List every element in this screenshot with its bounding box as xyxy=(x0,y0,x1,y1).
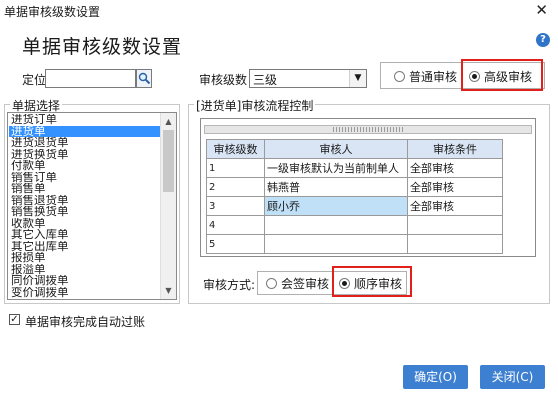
table-row[interactable]: 3 顾小乔 全部审核 xyxy=(206,196,503,216)
list-item[interactable]: 收款单 xyxy=(9,218,162,230)
table-cell[interactable]: 韩燕普 xyxy=(264,177,408,197)
normal-mode-label: 普通审核 xyxy=(409,69,458,84)
table-cell-selected[interactable]: 顾小乔 xyxy=(264,196,408,216)
list-item[interactable]: 其它入库单 xyxy=(9,229,162,241)
table-cell[interactable] xyxy=(407,215,503,235)
title-bar: 单据审核级数设置 ✕ xyxy=(0,0,558,22)
flow-grid: 审核级数 审核人 审核条件 1 一级审核默认为当前制单人 全部审核 2 韩燕普 … xyxy=(200,118,536,257)
close-icon[interactable]: ✕ xyxy=(535,1,548,19)
col-header-condition: 审核条件 xyxy=(407,139,503,159)
list-item[interactable]: 销售订单 xyxy=(9,172,162,184)
list-item[interactable]: 销售换货单 xyxy=(9,206,162,218)
table-cell[interactable]: 全部审核 xyxy=(407,158,503,178)
list-item[interactable]: 销售单 xyxy=(9,183,162,195)
list-item[interactable]: 同价调拨单 xyxy=(9,275,162,287)
locate-input[interactable] xyxy=(45,69,136,88)
doc-select-list[interactable]: 进货订单 进货单 进货退货单 进货换货单 付款单 销售订单 销售单 销售退货单 销售换货单 收款单… xyxy=(7,112,177,300)
doc-list-scrollbar[interactable]: ▲ ▼ xyxy=(160,113,176,299)
chevron-down-icon[interactable]: ▼ xyxy=(349,70,366,87)
table-cell: 3 xyxy=(206,196,265,216)
search-icon xyxy=(138,72,151,85)
radio-off-icon xyxy=(266,277,277,289)
table-row[interactable]: 1 一级审核默认为当前制单人 全部审核 xyxy=(206,158,503,178)
sequential-radio[interactable]: 顺序审核 xyxy=(339,274,402,292)
advanced-mode-radio[interactable]: 高级审核 xyxy=(469,67,532,85)
cosign-label: 会签审核 xyxy=(281,276,330,291)
auto-post-label: 单据审核完成自动过账 xyxy=(25,315,146,329)
list-item[interactable]: 报损单 xyxy=(9,252,162,264)
scroll-grip[interactable] xyxy=(333,127,403,132)
sequential-label: 顺序审核 xyxy=(354,276,403,291)
table-cell[interactable] xyxy=(264,215,408,235)
list-item[interactable]: 进货换货单 xyxy=(9,149,162,161)
close-button[interactable]: 关闭(C) xyxy=(480,365,545,389)
help-icon[interactable]: ? xyxy=(536,33,550,47)
checkmark-icon: ✓ xyxy=(10,314,19,325)
list-item[interactable]: 变价调拨单 xyxy=(9,287,162,299)
table-cell[interactable]: 一级审核默认为当前制单人 xyxy=(264,158,408,178)
table-row[interactable]: 5 xyxy=(206,234,503,254)
radio-on-icon xyxy=(339,277,350,289)
scroll-thumb[interactable] xyxy=(163,130,174,192)
doc-select-items: 进货订单 进货单 进货退货单 进货换货单 付款单 销售订单 销售单 销售退货单 销售换货单 收款单… xyxy=(9,114,162,298)
table-cell: 4 xyxy=(206,215,265,235)
dialog-heading: 单据审核级数设置 xyxy=(22,36,183,58)
table-cell[interactable] xyxy=(264,234,408,254)
table-cell: 2 xyxy=(206,177,265,197)
scroll-down-icon[interactable]: ▼ xyxy=(161,283,176,298)
window-title: 单据审核级数设置 xyxy=(4,5,101,19)
list-item[interactable]: 进货订单 xyxy=(9,114,162,126)
col-header-reviewer: 审核人 xyxy=(264,139,408,159)
cosign-radio[interactable]: 会签审核 xyxy=(266,274,329,292)
list-item[interactable]: 销售退货单 xyxy=(9,195,162,207)
ok-button[interactable]: 确定(O) xyxy=(403,365,468,389)
locate-label: 定位 xyxy=(22,73,47,87)
radio-off-icon xyxy=(394,70,405,82)
table-row[interactable]: 2 韩燕普 全部审核 xyxy=(206,177,503,197)
list-item[interactable]: 其它出库单 xyxy=(9,241,162,253)
auto-post-checkbox[interactable]: ✓ xyxy=(9,314,20,325)
level-value: 三级 xyxy=(253,73,278,87)
scroll-up-icon[interactable]: ▲ xyxy=(161,114,176,129)
radio-on-icon xyxy=(469,70,480,82)
level-label: 审核级数 xyxy=(199,73,248,87)
locate-search-button[interactable] xyxy=(136,69,152,88)
table-cell[interactable]: 全部审核 xyxy=(407,177,503,197)
flow-table: 审核级数 审核人 审核条件 1 一级审核默认为当前制单人 全部审核 2 韩燕普 … xyxy=(206,139,503,254)
list-item[interactable]: 报溢单 xyxy=(9,264,162,276)
normal-mode-radio[interactable]: 普通审核 xyxy=(394,67,457,85)
advanced-mode-label: 高级审核 xyxy=(484,69,533,84)
table-cell[interactable]: 全部审核 xyxy=(407,196,503,216)
grid-hscroll[interactable] xyxy=(204,125,532,134)
method-label: 审核方式: xyxy=(203,278,256,292)
list-item[interactable]: 进货退货单 xyxy=(9,137,162,149)
flow-label: [进货单]审核流程控制 xyxy=(194,97,316,114)
table-row[interactable]: 4 xyxy=(206,215,503,235)
list-item[interactable]: 付款单 xyxy=(9,160,162,172)
table-cell[interactable] xyxy=(407,234,503,254)
table-cell: 1 xyxy=(206,158,265,178)
list-item[interactable]: 进货单 xyxy=(9,125,162,137)
table-cell: 5 xyxy=(206,234,265,254)
level-select[interactable]: 三级 ▼ xyxy=(249,69,367,88)
col-header-level: 审核级数 xyxy=(206,139,265,159)
